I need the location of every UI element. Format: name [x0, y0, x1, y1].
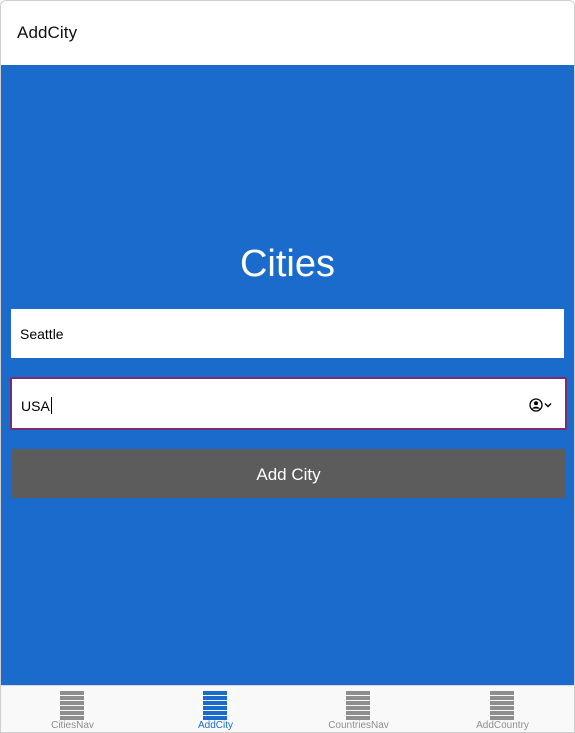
tab-add-country[interactable]: AddCountry — [431, 686, 574, 732]
tab-bar: CitiesNav AddCity CountriesNav AddCountr… — [1, 685, 574, 732]
tab-cities-nav[interactable]: CitiesNav — [1, 686, 144, 732]
city-input-value: Seattle — [20, 326, 64, 342]
city-input[interactable]: Seattle — [11, 309, 564, 358]
list-icon — [490, 691, 514, 720]
tab-label: CountriesNav — [328, 720, 389, 731]
country-input-value: USA — [21, 398, 50, 414]
add-city-button[interactable]: Add City — [12, 449, 565, 498]
app-window: AddCity Cities Seattle USA Add City Citi… — [0, 0, 575, 733]
page-title: AddCity — [17, 23, 78, 42]
cities-heading: Cities — [239, 243, 336, 285]
text-cursor — [50, 397, 52, 414]
tab-label: CitiesNav — [51, 720, 94, 731]
list-icon — [346, 691, 370, 720]
contact-autofill-icon[interactable] — [527, 396, 555, 414]
list-icon — [203, 691, 227, 720]
country-input[interactable]: USA — [10, 377, 567, 430]
navigation-header: AddCity — [1, 1, 574, 66]
tab-add-city[interactable]: AddCity — [144, 686, 287, 732]
tab-label: AddCity — [197, 720, 233, 731]
list-icon — [60, 691, 84, 720]
tab-countries-nav[interactable]: CountriesNav — [287, 686, 430, 732]
main-content: Cities Seattle USA Add City — [1, 65, 574, 685]
tab-label: AddCountry — [476, 720, 529, 731]
